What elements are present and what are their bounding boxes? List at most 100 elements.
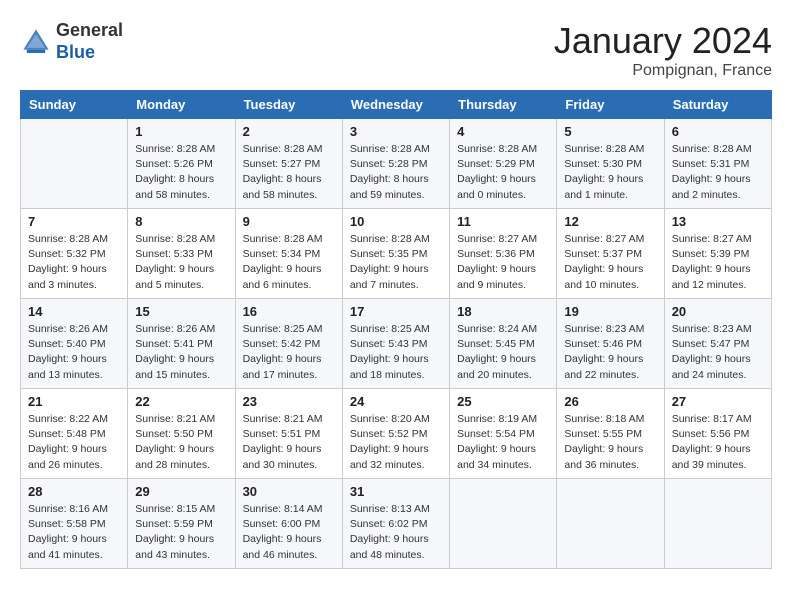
calendar-cell: 5 Sunrise: 8:28 AMSunset: 5:30 PMDaylight… [557, 119, 664, 209]
calendar-cell: 4 Sunrise: 8:28 AMSunset: 5:29 PMDaylight… [450, 119, 557, 209]
table-row: 21 Sunrise: 8:22 AMSunset: 5:48 PMDayligh… [21, 389, 772, 479]
cell-info: Sunrise: 8:27 AMSunset: 5:39 PMDaylight:… [672, 232, 764, 293]
cell-date: 21 [28, 394, 120, 409]
calendar-cell: 13Sunrise: 8:27 AMSunset: 5:39 PMDayligh… [664, 209, 771, 299]
cell-info: Sunrise: 8:28 AMSunset: 5:34 PMDaylight:… [243, 232, 335, 293]
cell-date: 25 [457, 394, 549, 409]
col-sunday: Sunday [21, 91, 128, 119]
cell-date: 20 [672, 304, 764, 319]
cell-info: Sunrise: 8:20 AMSunset: 5:52 PMDaylight:… [350, 412, 442, 473]
cell-info: Sunrise: 8:18 AMSunset: 5:55 PMDaylight:… [564, 412, 656, 473]
calendar-cell: 9 Sunrise: 8:28 AMSunset: 5:34 PMDaylight… [235, 209, 342, 299]
cell-date: 27 [672, 394, 764, 409]
cell-date: 28 [28, 484, 120, 499]
cell-date: 31 [350, 484, 442, 499]
col-tuesday: Tuesday [235, 91, 342, 119]
header: General Blue January 2024 Pompignan, Fra… [20, 20, 772, 80]
cell-date: 12 [564, 214, 656, 229]
cell-date: 19 [564, 304, 656, 319]
col-friday: Friday [557, 91, 664, 119]
cell-date: 9 [243, 214, 335, 229]
calendar-cell: 12Sunrise: 8:27 AMSunset: 5:37 PMDayligh… [557, 209, 664, 299]
cell-date: 24 [350, 394, 442, 409]
cell-info: Sunrise: 8:17 AMSunset: 5:56 PMDaylight:… [672, 412, 764, 473]
table-row: 28Sunrise: 8:16 AMSunset: 5:58 PMDayligh… [21, 479, 772, 569]
cell-info: Sunrise: 8:28 AMSunset: 5:27 PMDaylight:… [243, 142, 335, 203]
col-thursday: Thursday [450, 91, 557, 119]
calendar-cell: 29Sunrise: 8:15 AMSunset: 5:59 PMDayligh… [128, 479, 235, 569]
calendar-table: Sunday Monday Tuesday Wednesday Thursday… [20, 90, 772, 569]
cell-info: Sunrise: 8:27 AMSunset: 5:36 PMDaylight:… [457, 232, 549, 293]
calendar-cell: 28Sunrise: 8:16 AMSunset: 5:58 PMDayligh… [21, 479, 128, 569]
cell-info: Sunrise: 8:26 AMSunset: 5:40 PMDaylight:… [28, 322, 120, 383]
calendar-cell: 15 Sunrise: 8:26 AMSunset: 5:41 PMDayligh… [128, 299, 235, 389]
month-title: January 2024 [554, 20, 772, 62]
calendar-cell: 26 Sunrise: 8:18 AMSunset: 5:55 PMDayligh… [557, 389, 664, 479]
cell-date: 15 [135, 304, 227, 319]
cell-info: Sunrise: 8:28 AMSunset: 5:32 PMDaylight:… [28, 232, 120, 293]
logo-text: General Blue [56, 20, 123, 63]
header-row: Sunday Monday Tuesday Wednesday Thursday… [21, 91, 772, 119]
cell-date: 5 [564, 124, 656, 139]
calendar-cell: 20 Sunrise: 8:23 AMSunset: 5:47 PMDayligh… [664, 299, 771, 389]
table-row: 1Sunrise: 8:28 AMSunset: 5:26 PMDaylight… [21, 119, 772, 209]
cell-info: Sunrise: 8:21 AMSunset: 5:51 PMDaylight:… [243, 412, 335, 473]
cell-date: 17 [350, 304, 442, 319]
calendar-cell: 2Sunrise: 8:28 AMSunset: 5:27 PMDaylight… [235, 119, 342, 209]
title-block: January 2024 Pompignan, France [554, 20, 772, 80]
calendar-cell [557, 479, 664, 569]
cell-info: Sunrise: 8:23 AMSunset: 5:47 PMDaylight:… [672, 322, 764, 383]
calendar-cell: 1Sunrise: 8:28 AMSunset: 5:26 PMDaylight… [128, 119, 235, 209]
cell-info: Sunrise: 8:23 AMSunset: 5:46 PMDaylight:… [564, 322, 656, 383]
cell-date: 4 [457, 124, 549, 139]
calendar-cell: 6 Sunrise: 8:28 AMSunset: 5:31 PMDaylight… [664, 119, 771, 209]
calendar-cell: 21 Sunrise: 8:22 AMSunset: 5:48 PMDayligh… [21, 389, 128, 479]
logo: General Blue [20, 20, 123, 63]
calendar-cell: 31Sunrise: 8:13 AMSunset: 6:02 PMDayligh… [342, 479, 449, 569]
cell-info: Sunrise: 8:28 AMSunset: 5:28 PMDaylight:… [350, 142, 442, 203]
cell-date: 18 [457, 304, 549, 319]
cell-date: 26 [564, 394, 656, 409]
calendar-cell: 24 Sunrise: 8:20 AMSunset: 5:52 PMDayligh… [342, 389, 449, 479]
cell-info: Sunrise: 8:28 AMSunset: 5:26 PMDaylight:… [135, 142, 227, 203]
cell-date: 30 [243, 484, 335, 499]
cell-date: 6 [672, 124, 764, 139]
cell-info: Sunrise: 8:19 AMSunset: 5:54 PMDaylight:… [457, 412, 549, 473]
calendar-body: 1Sunrise: 8:28 AMSunset: 5:26 PMDaylight… [21, 119, 772, 569]
calendar-cell [450, 479, 557, 569]
calendar-cell: 3Sunrise: 8:28 AMSunset: 5:28 PMDaylight… [342, 119, 449, 209]
cell-info: Sunrise: 8:25 AMSunset: 5:42 PMDaylight:… [243, 322, 335, 383]
calendar-cell: 30 Sunrise: 8:14 AMSunset: 6:00 PMDayligh… [235, 479, 342, 569]
cell-info: Sunrise: 8:28 AMSunset: 5:30 PMDaylight:… [564, 142, 656, 203]
cell-info: Sunrise: 8:22 AMSunset: 5:48 PMDaylight:… [28, 412, 120, 473]
calendar-cell: 18 Sunrise: 8:24 AMSunset: 5:45 PMDayligh… [450, 299, 557, 389]
cell-info: Sunrise: 8:24 AMSunset: 5:45 PMDaylight:… [457, 322, 549, 383]
calendar-cell: 27 Sunrise: 8:17 AMSunset: 5:56 PMDayligh… [664, 389, 771, 479]
cell-info: Sunrise: 8:28 AMSunset: 5:33 PMDaylight:… [135, 232, 227, 293]
cell-info: Sunrise: 8:25 AMSunset: 5:43 PMDaylight:… [350, 322, 442, 383]
logo-general: General [56, 20, 123, 40]
col-wednesday: Wednesday [342, 91, 449, 119]
calendar-cell: 19 Sunrise: 8:23 AMSunset: 5:46 PMDayligh… [557, 299, 664, 389]
logo-blue-text: Blue [56, 42, 95, 62]
cell-date: 14 [28, 304, 120, 319]
cell-info: Sunrise: 8:28 AMSunset: 5:29 PMDaylight:… [457, 142, 549, 203]
cell-info: Sunrise: 8:28 AMSunset: 5:31 PMDaylight:… [672, 142, 764, 203]
cell-info: Sunrise: 8:26 AMSunset: 5:41 PMDaylight:… [135, 322, 227, 383]
cell-date: 16 [243, 304, 335, 319]
calendar-cell: 25 Sunrise: 8:19 AMSunset: 5:54 PMDayligh… [450, 389, 557, 479]
cell-date: 10 [350, 214, 442, 229]
calendar-cell: 11 Sunrise: 8:27 AMSunset: 5:36 PMDayligh… [450, 209, 557, 299]
cell-info: Sunrise: 8:28 AMSunset: 5:35 PMDaylight:… [350, 232, 442, 293]
cell-date: 22 [135, 394, 227, 409]
cell-info: Sunrise: 8:14 AMSunset: 6:00 PMDaylight:… [243, 502, 335, 563]
calendar-cell: 17 Sunrise: 8:25 AMSunset: 5:43 PMDayligh… [342, 299, 449, 389]
col-saturday: Saturday [664, 91, 771, 119]
calendar-page: General Blue January 2024 Pompignan, Fra… [0, 0, 792, 589]
location-title: Pompignan, France [554, 62, 772, 80]
calendar-cell: 8Sunrise: 8:28 AMSunset: 5:33 PMDaylight… [128, 209, 235, 299]
table-row: 14 Sunrise: 8:26 AMSunset: 5:40 PMDayligh… [21, 299, 772, 389]
col-monday: Monday [128, 91, 235, 119]
calendar-cell [21, 119, 128, 209]
cell-date: 11 [457, 214, 549, 229]
